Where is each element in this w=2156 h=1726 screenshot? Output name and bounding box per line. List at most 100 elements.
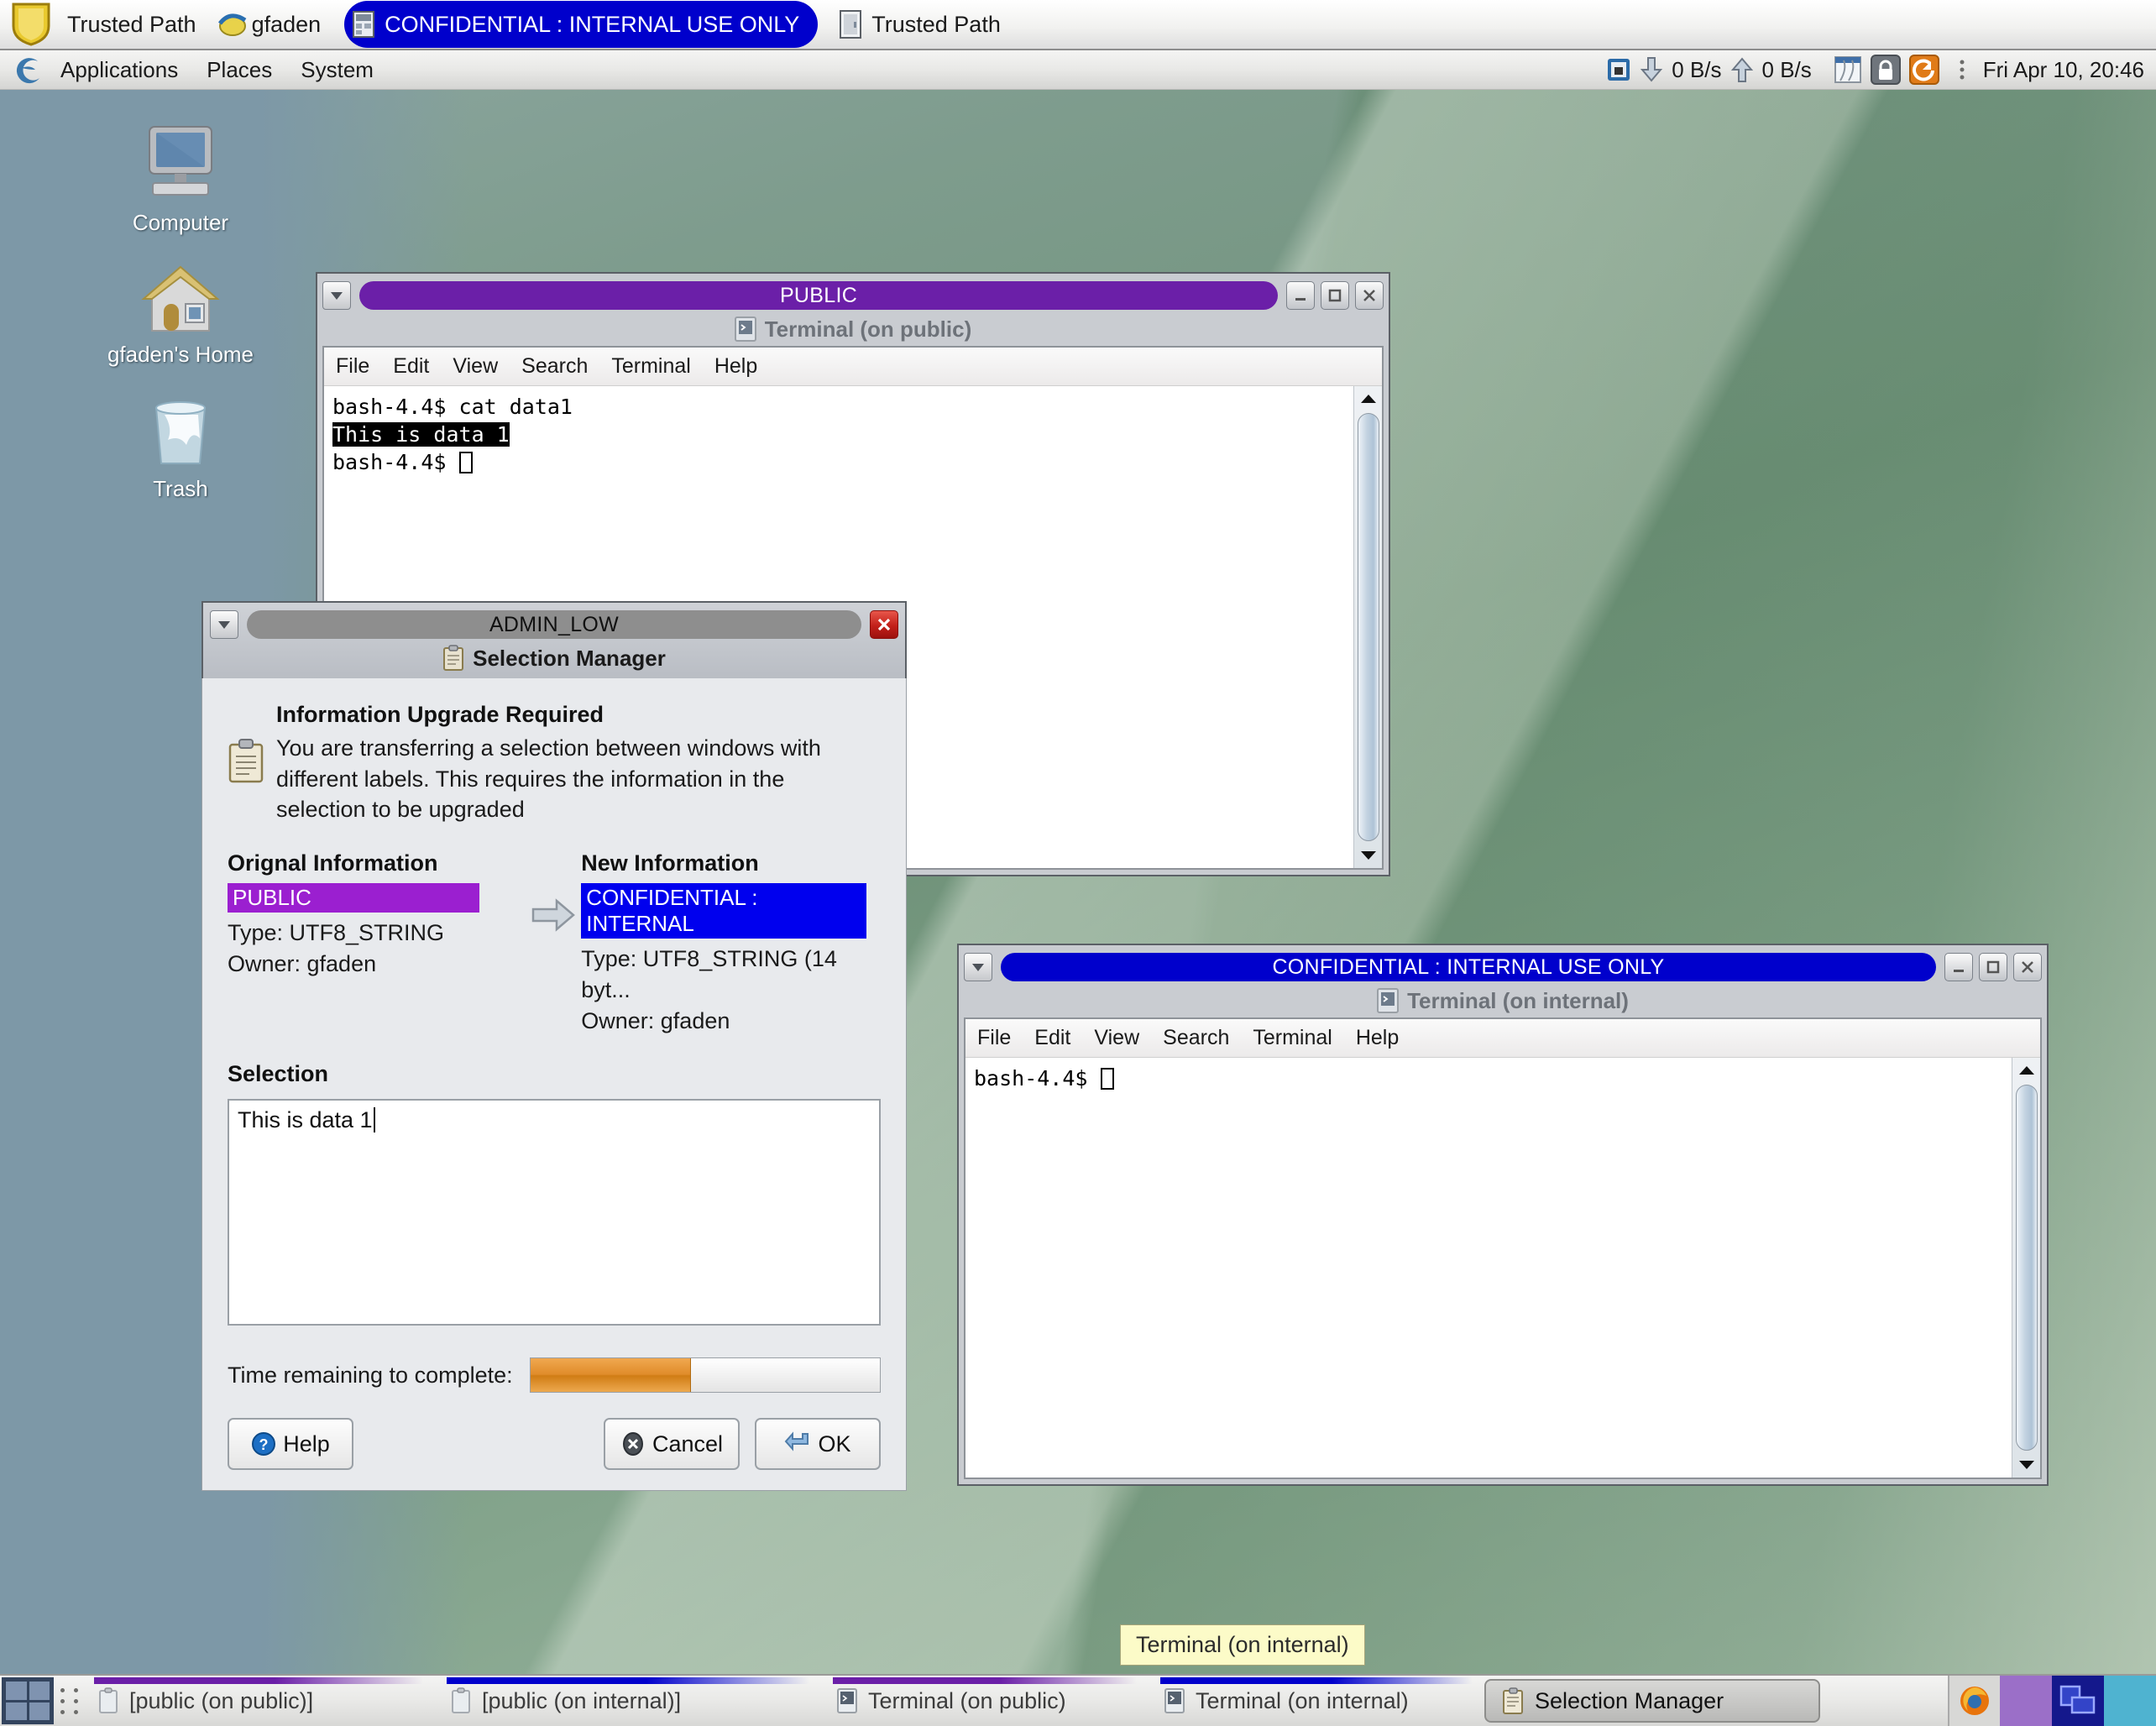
window-terminal-internal[interactable]: CONFIDENTIAL : INTERNAL USE ONLY Termina… (957, 944, 2049, 1486)
classification-label-internal: CONFIDENTIAL : INTERNAL USE ONLY (1001, 953, 1936, 981)
firefox-launcher[interactable] (1948, 1676, 2000, 1726)
user-icon (217, 13, 246, 36)
taskbar-item-label: [public (on internal)] (482, 1687, 682, 1713)
menu-places[interactable]: Places (195, 55, 284, 85)
desktop-icon-label: Trash (153, 476, 208, 501)
workspace-switch-icon[interactable] (1834, 55, 1862, 84)
logout-icon[interactable] (1908, 55, 1939, 85)
taskbar-item-public-on-public[interactable]: [public (on public)] (82, 1676, 435, 1726)
menu-file[interactable]: File (324, 354, 381, 379)
menu-view[interactable]: View (441, 354, 510, 379)
cancel-button[interactable]: Cancel (603, 1418, 740, 1471)
close-button[interactable] (870, 610, 898, 639)
trusted-path-right-chip[interactable]: Trusted Path (840, 10, 1001, 39)
clipboard-icon (99, 1687, 118, 1713)
titlebar-public[interactable]: PUBLIC (322, 279, 1384, 312)
alert-block: Information Upgrade Required You are tra… (228, 702, 881, 825)
terminal-cursor (458, 452, 473, 473)
desktop-icon-home[interactable]: gfaden's Home (84, 260, 277, 368)
grip-icon[interactable] (1956, 55, 1968, 84)
window-menu-button[interactable] (322, 281, 351, 310)
menu-applications[interactable]: Applications (49, 55, 190, 85)
desktop-icon-trash[interactable]: Trash (84, 395, 277, 502)
trusted-path-label: Trusted Path (67, 11, 196, 37)
maximize-button[interactable] (1979, 953, 2007, 981)
cancel-button-label: Cancel (652, 1430, 723, 1457)
terminal-body-internal: File Edit View Search Terminal Help bash… (964, 1017, 2042, 1479)
scrollbar-thumb[interactable] (1357, 413, 1379, 841)
enter-icon (785, 1431, 809, 1451)
close-button[interactable] (2013, 953, 2042, 981)
scrollbar-thumb[interactable] (2015, 1085, 2038, 1451)
terminal-menubar-internal: File Edit View Search Terminal Help (965, 1019, 2040, 1058)
terminal-icon (1164, 1688, 1185, 1713)
new-owner: Owner: gfaden (581, 1007, 730, 1033)
dialog-selection-manager[interactable]: ADMIN_LOW Selection Manager Information … (201, 601, 907, 1492)
desktop-icon-computer[interactable]: Computer (84, 122, 277, 236)
terminal-icon (734, 316, 756, 342)
menu-view[interactable]: View (1082, 1026, 1151, 1050)
lock-icon[interactable] (1870, 55, 1901, 85)
selection-textarea[interactable]: This is data 1 (228, 1099, 881, 1326)
gnome-foot-icon (16, 58, 39, 84)
window-menu-button[interactable] (964, 953, 992, 981)
alert-body: You are transferring a selection between… (276, 735, 821, 823)
menu-help[interactable]: Help (703, 354, 769, 379)
computer-icon (149, 126, 212, 196)
grip-icon[interactable] (69, 1676, 82, 1726)
window-label-stripe (447, 1677, 809, 1684)
window-list-icon[interactable] (2052, 1676, 2104, 1726)
scroll-down-arrow[interactable] (1360, 843, 1377, 868)
scroll-down-arrow[interactable] (2018, 1452, 2035, 1478)
original-type: Type: UTF8_STRING (228, 920, 445, 946)
arrow-right-icon (531, 898, 575, 932)
ok-button[interactable]: OK (755, 1418, 881, 1471)
workspace-pager-icon[interactable] (2, 1677, 54, 1724)
maximize-button[interactable] (1321, 281, 1349, 310)
window-apptitle-text: Terminal (on internal) (1407, 987, 1629, 1013)
menu-system[interactable]: System (289, 55, 385, 85)
minimize-button[interactable] (1286, 281, 1315, 310)
scrollbar-internal[interactable] (2012, 1058, 2040, 1478)
taskbar-item-terminal-on-public[interactable]: Terminal (on public) (821, 1676, 1149, 1726)
new-information: New Information CONFIDENTIAL : INTERNAL … (581, 850, 881, 1036)
menu-terminal[interactable]: Terminal (1241, 1026, 1343, 1050)
clock[interactable]: Fri Apr 10, 20:46 (1983, 57, 2144, 83)
taskbar-item-terminal-on-internal[interactable]: Terminal (on internal) (1149, 1676, 1484, 1726)
taskbar-item-public-on-internal[interactable]: [public (on internal)] (435, 1676, 821, 1726)
arrow-up-icon (1730, 57, 1753, 82)
close-button[interactable] (1355, 281, 1384, 310)
display-icon[interactable] (1606, 57, 1631, 82)
terminal-cursor (1100, 1068, 1114, 1090)
trusted-path-window-chip[interactable]: CONFIDENTIAL : INTERNAL USE ONLY (344, 1, 819, 48)
help-button[interactable]: ? Help (228, 1418, 353, 1471)
menu-search[interactable]: Search (510, 354, 599, 379)
scroll-up-arrow[interactable] (1360, 386, 1377, 411)
progress-label: Time remaining to complete: (228, 1362, 513, 1388)
menu-edit[interactable]: Edit (381, 354, 441, 379)
menu-terminal[interactable]: Terminal (599, 354, 702, 379)
minimize-icon (1295, 298, 1306, 301)
terminal-screen-internal[interactable]: bash-4.4$ (965, 1058, 2040, 1478)
scrollbar-public[interactable] (1353, 386, 1382, 868)
download-rate: 0 B/s (1672, 56, 1722, 82)
workspace-swatch-cyan[interactable] (2104, 1676, 2156, 1726)
menu-edit[interactable]: Edit (1023, 1026, 1082, 1050)
dialog-titlebar[interactable]: ADMIN_LOW Selection Manager (201, 601, 907, 678)
terminal-line: bash-4.4$ (332, 450, 459, 474)
minimize-button[interactable] (1944, 953, 1973, 981)
scroll-up-arrow[interactable] (2018, 1058, 2035, 1083)
taskbar-item-selection-manager[interactable]: Selection Manager (1484, 1679, 1820, 1723)
titlebar-internal[interactable]: CONFIDENTIAL : INTERNAL USE ONLY (964, 950, 2042, 984)
taskbar-item-label: Terminal (on public) (868, 1687, 1066, 1713)
dialog-apptitle: Selection Manager (210, 641, 898, 675)
workspace-swatch-purple[interactable] (2000, 1676, 2052, 1726)
taskbar-item-label: Selection Manager (1535, 1687, 1724, 1713)
maximize-icon (1986, 960, 2000, 974)
classification-label-public: PUBLIC (359, 281, 1278, 310)
menu-search[interactable]: Search (1151, 1026, 1241, 1050)
window-menu-button[interactable] (210, 610, 238, 639)
menu-file[interactable]: File (965, 1026, 1023, 1050)
menu-help[interactable]: Help (1344, 1026, 1410, 1050)
grip-icon[interactable] (55, 1676, 69, 1726)
